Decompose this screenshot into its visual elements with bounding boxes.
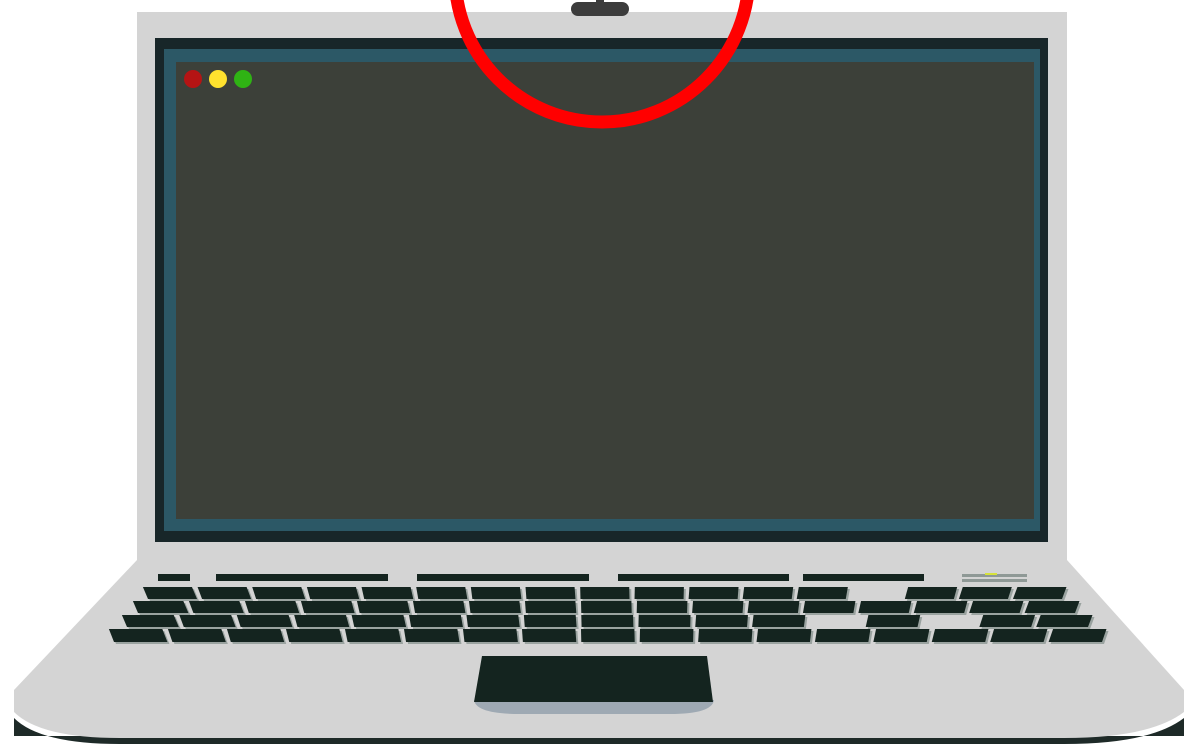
- function-key: [417, 574, 589, 581]
- keyboard-key: [752, 615, 806, 627]
- keyboard-key: [858, 601, 912, 613]
- keyboard-key: [409, 615, 463, 627]
- keyboard-key: [468, 601, 521, 613]
- keyboard-key: [285, 629, 343, 642]
- function-key: [618, 574, 789, 581]
- keyboard-key: [688, 587, 739, 599]
- screen-display: [176, 62, 1034, 519]
- keyboard-key: [580, 629, 635, 642]
- keyboard-key: [638, 615, 691, 627]
- keyboard-key: [802, 601, 856, 613]
- keyboard-key: [796, 587, 848, 599]
- keyboard-key: [1036, 615, 1093, 627]
- keyboard-key: [979, 615, 1036, 627]
- keyboard-key: [742, 587, 794, 599]
- keyboard-key: [416, 587, 468, 599]
- keyboard-key: [580, 587, 630, 599]
- window-minimize-icon[interactable]: [209, 70, 227, 88]
- keyboard-key: [1012, 587, 1067, 599]
- keyboard-key: [294, 615, 350, 627]
- keyboard-key: [904, 587, 958, 599]
- keyboard-key: [462, 629, 518, 642]
- keyboard-key: [236, 615, 293, 627]
- function-key: [158, 574, 190, 581]
- keyboard-key: [521, 629, 577, 642]
- keyboard-key: [639, 629, 694, 642]
- keyboard-key: [132, 601, 189, 613]
- keyboard-key: [873, 629, 930, 642]
- laptop-illustration: [14, 0, 1184, 744]
- trackpad[interactable]: [474, 656, 713, 702]
- keyboard-key: [865, 615, 921, 627]
- keyboard-key: [244, 601, 300, 613]
- keyboard-key: [581, 615, 634, 627]
- keyboard-key: [167, 629, 226, 642]
- keyboard-key: [351, 615, 407, 627]
- keyboard-key: [403, 629, 460, 642]
- keyboard-key: [1024, 601, 1080, 613]
- function-key: [803, 574, 924, 581]
- keyboard-key: [931, 629, 989, 642]
- keyboard-key: [121, 615, 179, 627]
- keyboard-key: [580, 601, 632, 613]
- keyboard-key: [344, 629, 402, 642]
- keyboard-key: [695, 615, 748, 627]
- keyboard-key: [188, 601, 244, 613]
- trackpad-base: [474, 700, 714, 714]
- keyboard-key: [523, 615, 577, 627]
- keyboard-key: [142, 587, 198, 599]
- keyboard-key: [466, 615, 520, 627]
- window-close-icon[interactable]: [184, 70, 202, 88]
- keyboard-key: [470, 587, 522, 599]
- keyboard-key: [814, 629, 871, 642]
- keyboard-key: [636, 601, 688, 613]
- keyboard-key: [361, 587, 414, 599]
- keyboard-key: [412, 601, 466, 613]
- function-key: [216, 574, 388, 581]
- keyboard-key: [179, 615, 236, 627]
- keyboard-key: [990, 629, 1048, 642]
- keyboard-key: [524, 601, 577, 613]
- keyboard-key: [634, 587, 684, 599]
- webcam-stem: [596, 0, 604, 6]
- keyboard-key: [747, 601, 800, 613]
- keyboard-key: [252, 587, 306, 599]
- keyboard-key: [969, 601, 1024, 613]
- keyboard-key: [958, 587, 1012, 599]
- keyboard-key: [692, 601, 744, 613]
- keyboard-key: [300, 601, 355, 613]
- keyboard-key: [226, 629, 285, 642]
- window-maximize-icon[interactable]: [234, 70, 252, 88]
- keyboard-key: [1048, 629, 1107, 642]
- keyboard-key: [756, 629, 812, 642]
- keyboard-key: [698, 629, 753, 642]
- keyboard-key: [306, 587, 360, 599]
- keyboard-key: [108, 629, 168, 642]
- keyboard-key: [525, 587, 576, 599]
- keyboard-key: [356, 601, 411, 613]
- keyboard-key: [197, 587, 252, 599]
- keyboard-key: [913, 601, 968, 613]
